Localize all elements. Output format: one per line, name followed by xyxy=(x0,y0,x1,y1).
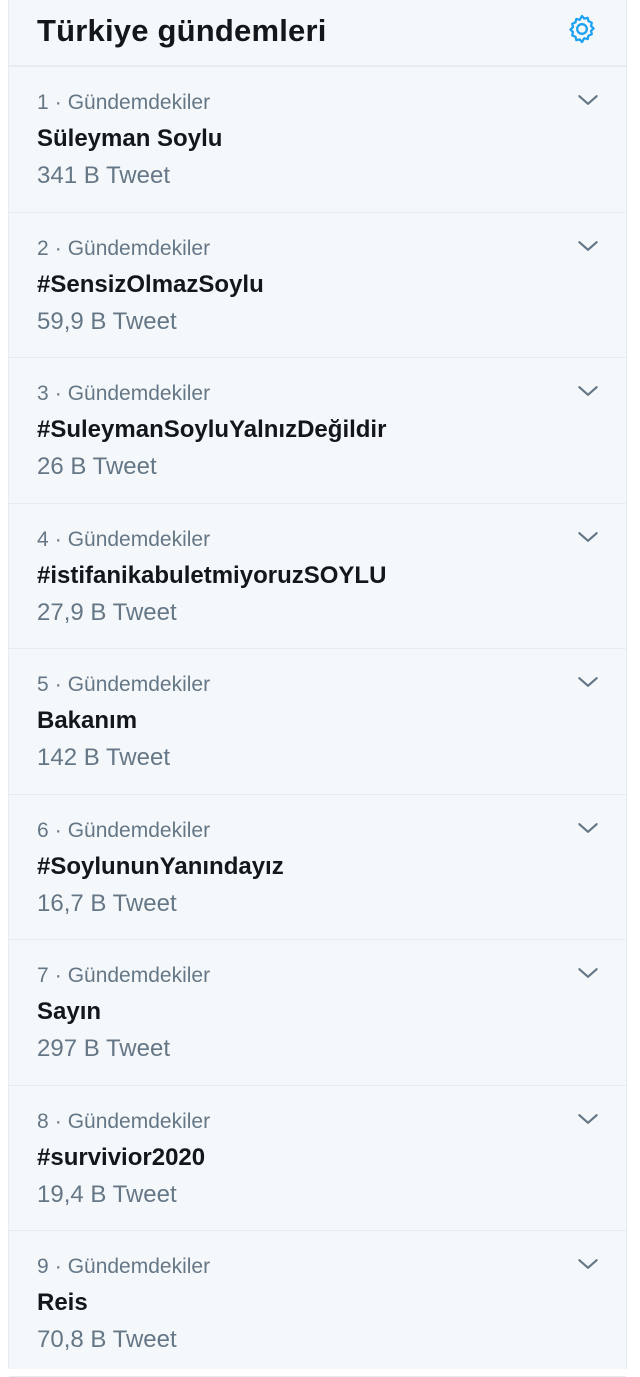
trend-rank: 9 xyxy=(37,1255,49,1278)
trend-rank: 1 xyxy=(37,91,49,114)
trend-tweet-count: 142 B Tweet xyxy=(37,744,170,771)
trend-item-6[interactable]: 6 · Gündemdekiler #SoylununYanındayız 16,7… xyxy=(9,795,626,940)
trend-list: 1 · Gündemdekiler Süleyman Soylu 341 B Twe… xyxy=(9,67,626,1377)
trend-meta: 7 · Gündemdekiler xyxy=(37,964,210,988)
trend-name[interactable]: Bakanım xyxy=(37,707,137,735)
chevron-down-icon[interactable] xyxy=(575,233,601,259)
trend-context: Gündemdekiler xyxy=(67,673,211,696)
separator-dot: · xyxy=(54,1109,62,1133)
trend-tweet-count: 19,4 B Tweet xyxy=(37,1180,177,1208)
trend-context: Gündemdekiler xyxy=(67,1255,211,1278)
trend-item-7[interactable]: 7 · Gündemdekiler Sayın 297 B Tweet xyxy=(9,940,626,1086)
separator-dot: · xyxy=(54,964,62,987)
trend-meta: 4 · Gündemdekiler xyxy=(37,528,210,552)
separator-dot: · xyxy=(54,236,62,260)
separator-dot: · xyxy=(54,818,62,842)
trend-context: Gündemdekiler xyxy=(67,1109,211,1133)
trend-tweet-count: 341 B Tweet xyxy=(37,162,170,189)
trend-rank: 5 xyxy=(37,673,49,696)
trend-meta: 1 · Gündemdekiler xyxy=(37,91,210,115)
trend-context: Gündemdekiler xyxy=(67,382,211,405)
trend-rank: 2 xyxy=(37,236,49,260)
settings-button[interactable] xyxy=(564,11,600,47)
chevron-down-icon[interactable] xyxy=(575,1106,601,1132)
trend-rank: 7 xyxy=(37,964,49,987)
trend-tweet-count: 27,9 B Tweet xyxy=(37,598,177,626)
trend-meta: 5 · Gündemdekiler xyxy=(37,673,210,697)
trend-item-4[interactable]: 4 · Gündemdekiler #istifanikabuletmiyoruzS… xyxy=(9,504,626,649)
trends-panel: Türkiye gündemleri 1 · Gündemdekiler Süley… xyxy=(8,0,627,1377)
trend-meta: 6 · Gündemdekiler xyxy=(37,819,210,843)
trend-name[interactable]: Süleyman Soylu xyxy=(37,125,222,153)
trend-name[interactable]: #SuleymanSoyluYalnızDeğildir xyxy=(37,416,386,444)
trend-item-8[interactable]: 8 · Gündemdekiler #survivior2020 19,4 B Tw… xyxy=(9,1086,626,1231)
trend-tweet-count: 70,8 B Tweet xyxy=(37,1326,177,1353)
trend-meta: 9 · Gündemdekiler xyxy=(37,1255,210,1279)
chevron-down-icon[interactable] xyxy=(575,815,601,841)
chevron-down-icon[interactable] xyxy=(575,669,601,695)
trend-context: Gündemdekiler xyxy=(67,91,211,114)
trends-header: Türkiye gündemleri xyxy=(9,0,626,67)
trend-meta: 8 · Gündemdekiler xyxy=(37,1110,210,1134)
separator-dot: · xyxy=(54,1255,62,1278)
chevron-down-icon[interactable] xyxy=(575,1251,601,1277)
trend-tweet-count: 16,7 B Tweet xyxy=(37,889,177,917)
trend-tweet-count: 297 B Tweet xyxy=(37,1035,170,1062)
trend-name[interactable]: #survivior2020 xyxy=(37,1144,205,1172)
trend-name[interactable]: #SensizOlmazSoylu xyxy=(37,271,264,299)
trend-tweet-count: 59,9 B Tweet xyxy=(37,307,177,335)
trend-item-2[interactable]: 2 · Gündemdekiler #SensizOlmazSoylu 59,9 B… xyxy=(9,213,626,358)
trend-context: Gündemdekiler xyxy=(67,236,211,260)
trend-name[interactable]: Sayın xyxy=(37,998,101,1026)
chevron-down-icon[interactable] xyxy=(575,87,601,113)
trend-rank: 4 xyxy=(37,527,49,551)
gear-icon[interactable] xyxy=(565,12,599,46)
separator-dot: · xyxy=(54,527,62,551)
trend-tweet-count: 26 B Tweet xyxy=(37,453,157,480)
separator-dot: · xyxy=(54,673,62,696)
trend-meta: 3 · Gündemdekiler xyxy=(37,382,210,406)
trend-meta: 2 · Gündemdekiler xyxy=(37,237,210,261)
trend-rank: 3 xyxy=(37,382,49,405)
trend-context: Gündemdekiler xyxy=(67,818,211,842)
chevron-down-icon[interactable] xyxy=(575,960,601,986)
trend-rank: 6 xyxy=(37,818,49,842)
trend-context: Gündemdekiler xyxy=(67,964,211,987)
trend-item-5[interactable]: 5 · Gündemdekiler Bakanım 142 B Tweet xyxy=(9,649,626,795)
trend-item-3[interactable]: 3 · Gündemdekiler #SuleymanSoyluYalnızDeği… xyxy=(9,358,626,504)
separator-dot: · xyxy=(54,382,62,405)
trend-name[interactable]: Reis xyxy=(37,1289,88,1317)
separator-dot: · xyxy=(54,91,62,114)
trend-rank: 8 xyxy=(37,1109,49,1133)
trend-item-1[interactable]: 1 · Gündemdekiler Süleyman Soylu 341 B Twe… xyxy=(9,67,626,213)
trend-context: Gündemdekiler xyxy=(67,527,211,551)
trend-item-9[interactable]: 9 · Gündemdekiler Reis 70,8 B Tweet xyxy=(9,1231,626,1377)
chevron-down-icon[interactable] xyxy=(575,524,601,550)
trend-name[interactable]: #SoylununYanındayız xyxy=(37,853,284,881)
page-title: Türkiye gündemleri xyxy=(37,13,327,48)
trend-name[interactable]: #istifanikabuletmiyoruzSOYLU xyxy=(37,562,386,590)
chevron-down-icon[interactable] xyxy=(575,378,601,404)
